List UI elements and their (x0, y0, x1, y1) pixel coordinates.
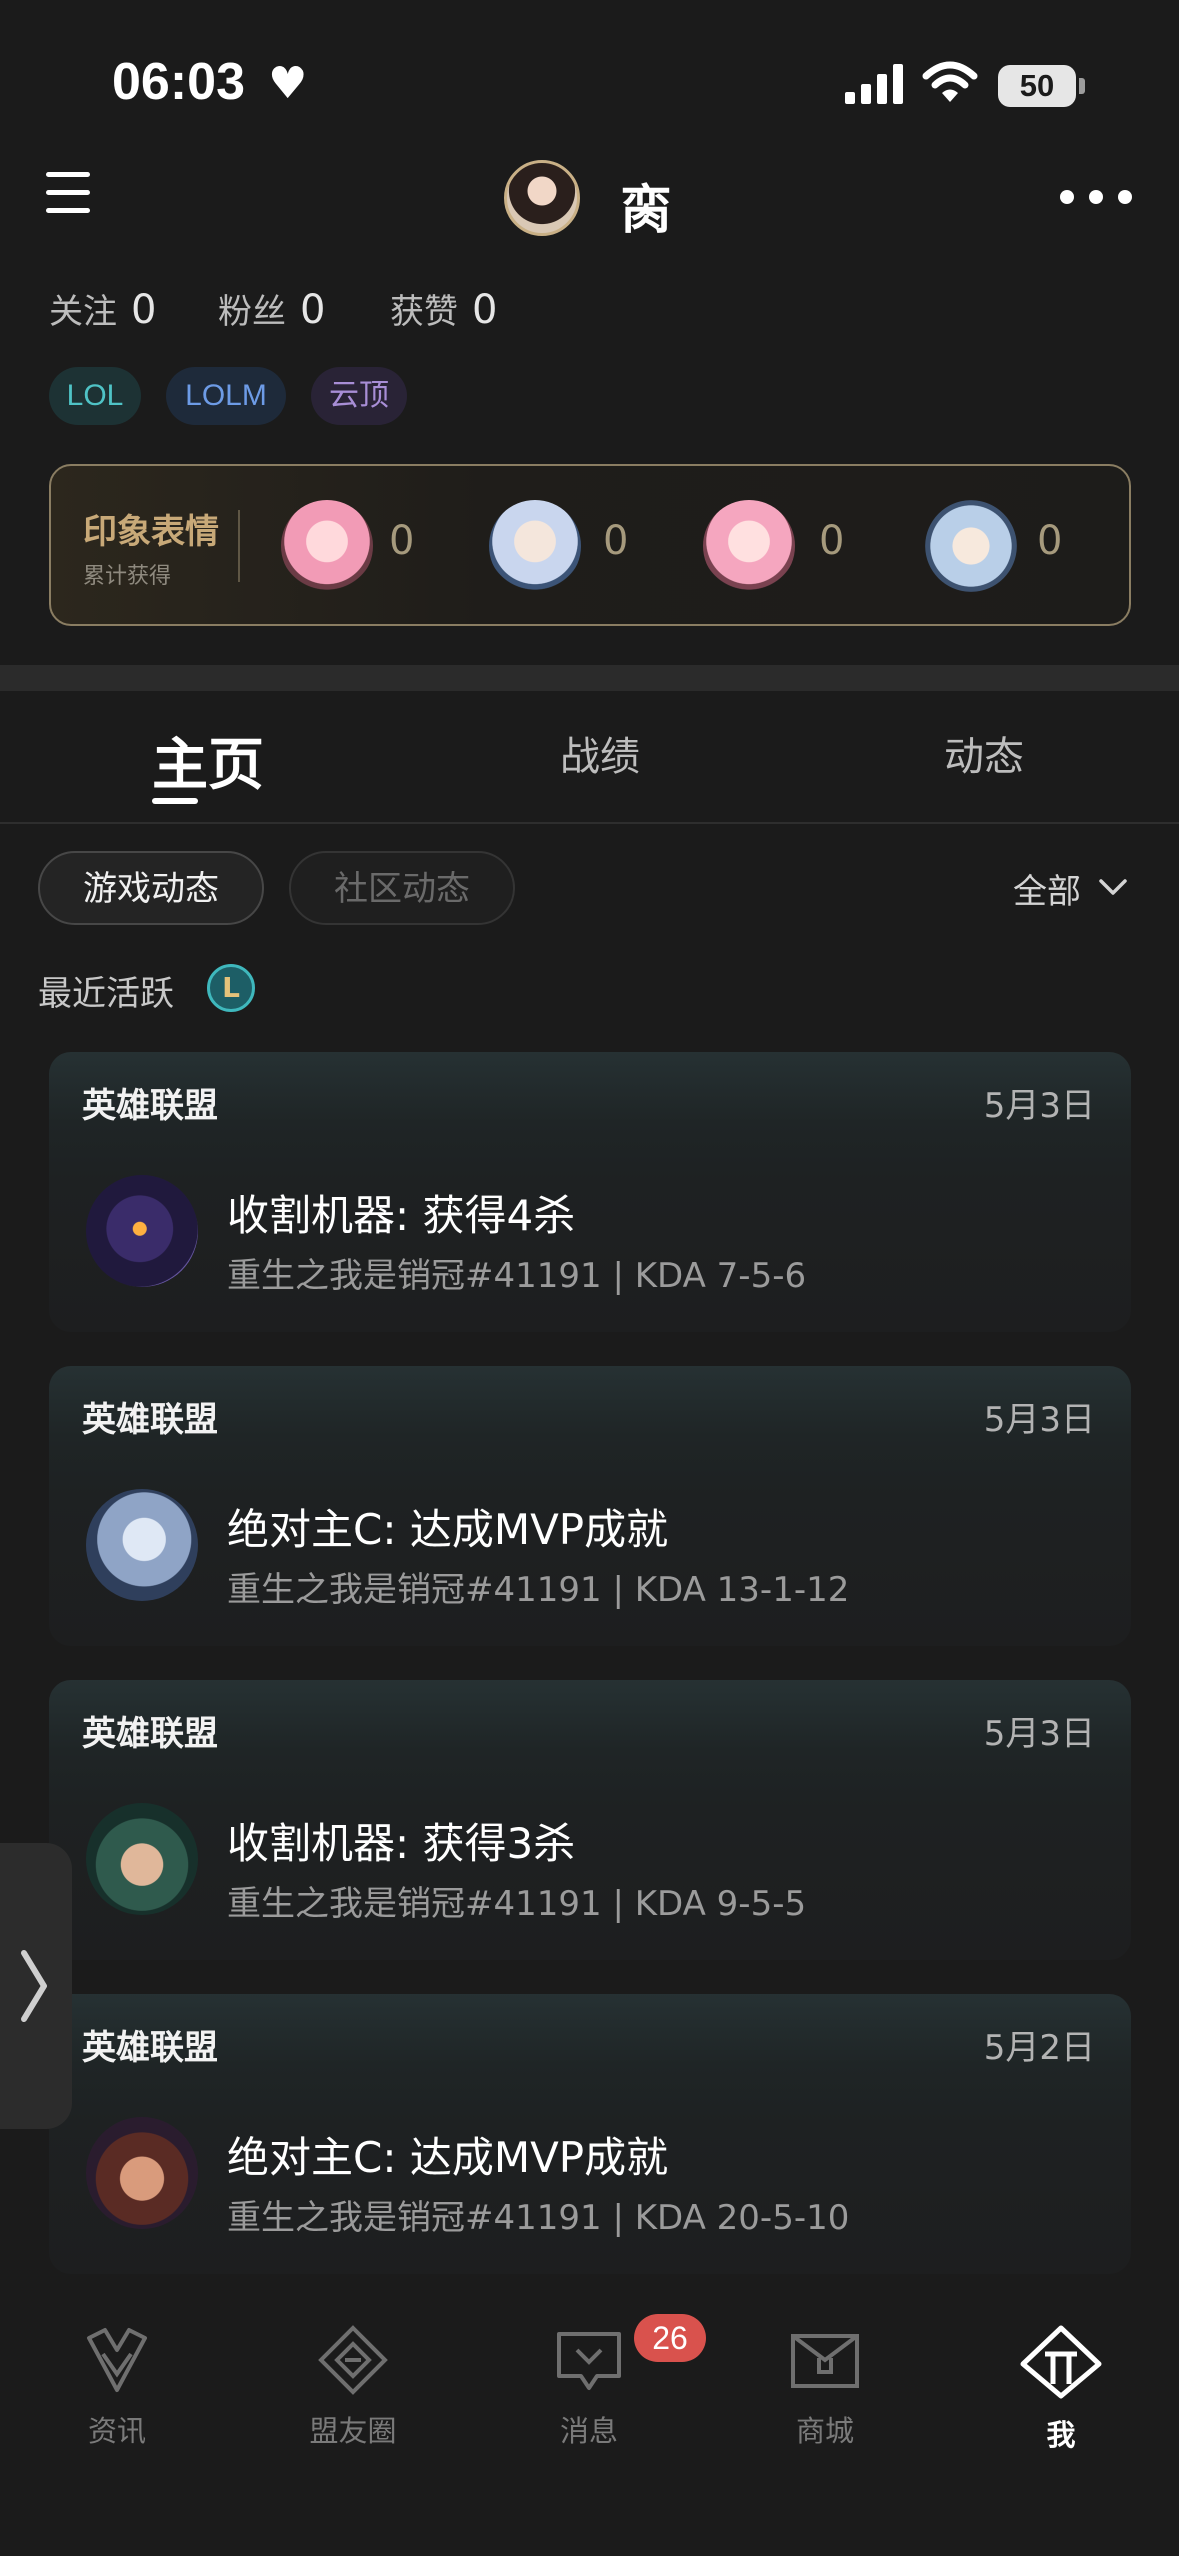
nav-label: 商城 (795, 2414, 854, 2448)
activity-card[interactable]: 英雄联盟 5月3日 绝对主C: 达成MVP成就 重生之我是销冠#41191 | … (49, 1366, 1131, 1646)
chevron-down-icon[interactable] (1097, 871, 1129, 903)
divider (238, 510, 240, 582)
bottom-navigation: 资讯 盟友圈 消息 商城 我 (0, 2280, 1179, 2556)
stat-following[interactable]: 关注 0 (49, 284, 156, 334)
emote-count: 0 (389, 518, 415, 564)
champion-avatar (86, 2117, 198, 2229)
card-headline: 绝对主C: 达成MVP成就 (227, 2133, 669, 2182)
card-detail: 重生之我是销冠#41191 | KDA 7-5-6 (227, 1256, 807, 1296)
battery-indicator: 50 (998, 65, 1076, 107)
tab-activity[interactable]: 动态 (944, 724, 1024, 782)
card-detail: 重生之我是销冠#41191 | KDA 20-5-10 (227, 2198, 850, 2238)
activity-card[interactable]: 英雄联盟 5月3日 收割机器: 获得3杀 重生之我是销冠#41191 | KDA… (49, 1680, 1131, 1960)
stat-value: 0 (131, 287, 157, 333)
emote-pink-surprised-icon (703, 500, 795, 592)
hamburger-menu-icon[interactable] (46, 168, 90, 218)
emote-pink-facepalm-icon (281, 500, 373, 592)
status-time: 06:03 (112, 53, 245, 111)
league-of-legends-icon: L (207, 964, 255, 1012)
chevron-right-icon (21, 1950, 47, 2022)
stat-value: 0 (300, 287, 326, 333)
wifi-icon (922, 61, 978, 102)
section-separator (0, 665, 1179, 691)
battery-level: 50 (1019, 68, 1055, 103)
stat-label: 获赞 (390, 292, 458, 332)
emote-count: 0 (1037, 518, 1063, 564)
nav-label: 资讯 (87, 2414, 146, 2448)
nav-me[interactable]: 我 (986, 2324, 1136, 2454)
champion-avatar (86, 1803, 198, 1915)
nav-label: 盟友圈 (309, 2414, 397, 2448)
chip-game-activity[interactable]: 游戏动态 (38, 851, 264, 925)
news-icon (87, 2328, 147, 2392)
activity-card[interactable]: 英雄联盟 5月3日 收割机器: 获得4杀 重生之我是销冠#41191 | KDA… (49, 1052, 1131, 1332)
card-game-title: 英雄联盟 (82, 2028, 218, 2068)
stat-likes[interactable]: 获赞 0 (390, 284, 497, 334)
nav-label: 消息 (559, 2414, 618, 2448)
card-headline: 绝对主C: 达成MVP成就 (227, 1505, 669, 1554)
tab-active-indicator (152, 798, 198, 804)
nav-label: 我 (1046, 2418, 1076, 2452)
message-icon (557, 2332, 621, 2390)
card-date: 5月3日 (983, 1086, 1095, 1126)
nav-store[interactable]: 商城 (750, 2324, 900, 2450)
avatar[interactable] (504, 160, 580, 236)
stat-label: 粉丝 (218, 292, 286, 332)
card-date: 5月3日 (983, 1400, 1095, 1440)
status-bar: 06:03 ♥ 50 (0, 0, 1179, 150)
card-headline: 收割机器: 获得3杀 (227, 1819, 576, 1868)
stat-value: 0 (472, 287, 498, 333)
message-count-badge: 26 (634, 2314, 706, 2362)
emote-blue-wave-icon (489, 500, 581, 592)
stat-followers[interactable]: 粉丝 0 (218, 284, 325, 334)
tag-lol[interactable]: LOL (49, 367, 141, 425)
impression-emotes-panel[interactable]: 印象表情 累计获得 0 0 0 0 (49, 464, 1131, 626)
emote-count: 0 (819, 518, 845, 564)
more-options-icon[interactable] (1060, 190, 1132, 204)
tab-home[interactable]: 主页 (152, 720, 264, 801)
card-game-title: 英雄联盟 (82, 1086, 218, 1126)
card-date: 5月3日 (983, 1714, 1095, 1754)
cellular-signal-icon (845, 64, 903, 104)
tab-match-history[interactable]: 战绩 (560, 724, 640, 782)
card-game-title: 英雄联盟 (82, 1400, 218, 1440)
side-drawer-handle[interactable] (0, 1843, 72, 2129)
emote-gg-icon (925, 500, 1017, 592)
store-icon (791, 2334, 859, 2388)
username: 脔 (620, 181, 673, 241)
filter-dropdown[interactable]: 全部 (1013, 864, 1081, 913)
heart-icon: ♥ (268, 58, 308, 109)
nav-news[interactable]: 资讯 (42, 2324, 192, 2450)
card-game-title: 英雄联盟 (82, 1714, 218, 1754)
tab-divider (0, 822, 1179, 824)
friends-circle-icon (318, 2325, 388, 2395)
champion-avatar (86, 1489, 198, 1601)
activity-card[interactable]: 英雄联盟 5月2日 绝对主C: 达成MVP成就 重生之我是销冠#41191 | … (49, 1994, 1131, 2274)
battery-cap (1079, 78, 1085, 94)
champion-avatar (86, 1175, 198, 1287)
impression-title: 印象表情 (83, 512, 219, 552)
chip-community-activity[interactable]: 社区动态 (289, 851, 515, 925)
tag-tft[interactable]: 云顶 (311, 367, 407, 425)
card-headline: 收割机器: 获得4杀 (227, 1191, 576, 1240)
me-icon (1020, 2325, 1102, 2399)
card-date: 5月2日 (983, 2028, 1095, 2068)
nav-friends-circle[interactable]: 盟友圈 (278, 2324, 428, 2450)
card-detail: 重生之我是销冠#41191 | KDA 9-5-5 (227, 1884, 807, 1924)
card-detail: 重生之我是销冠#41191 | KDA 13-1-12 (227, 1570, 850, 1610)
emote-count: 0 (603, 518, 629, 564)
tag-lolm[interactable]: LOLM (166, 367, 286, 425)
impression-subtitle: 累计获得 (83, 564, 172, 589)
stat-label: 关注 (49, 292, 117, 332)
recently-active-label: 最近活跃 (38, 974, 174, 1014)
